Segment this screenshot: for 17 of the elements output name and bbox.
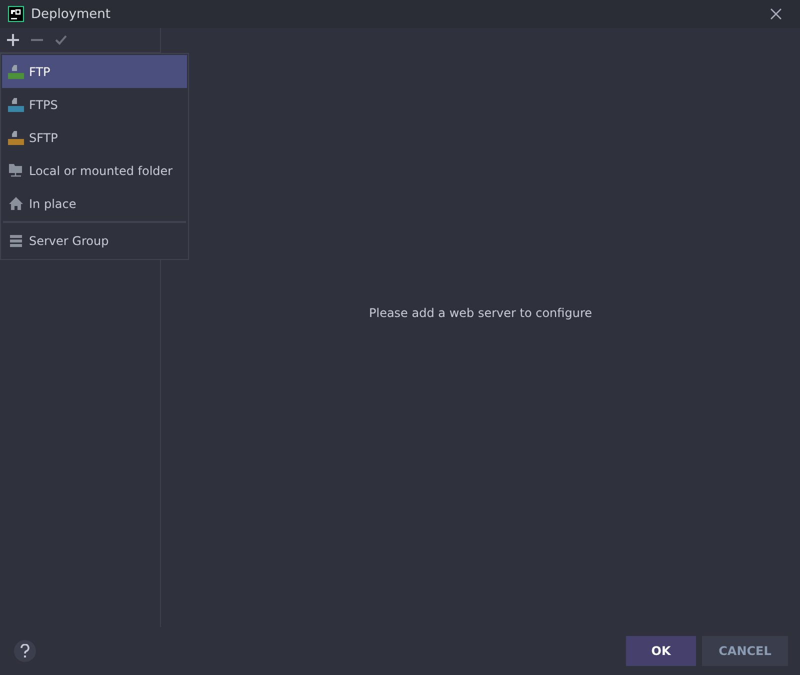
menu-item[interactable]: FTPS [2,88,187,121]
question-mark-icon [20,644,30,658]
menu-item[interactable]: Server Group [2,224,187,257]
add-icon[interactable] [7,34,19,46]
menu-item[interactable]: FTP [2,55,187,88]
window-title: Deployment [31,6,112,22]
empty-message: Please add a web server to configure [369,306,592,320]
menu-item[interactable]: In place [2,187,187,220]
menu-item[interactable]: Local or mounted folder [2,154,187,187]
cancel-button[interactable]: CANCEL [702,636,788,666]
server-stack-icon [8,234,24,246]
home-icon [8,197,24,210]
ok-button[interactable]: OK [626,636,696,666]
app-logo-icon [8,6,24,22]
network-folder-icon [8,164,24,178]
menu-item[interactable]: SFTP [2,121,187,154]
help-button[interactable] [14,640,36,662]
